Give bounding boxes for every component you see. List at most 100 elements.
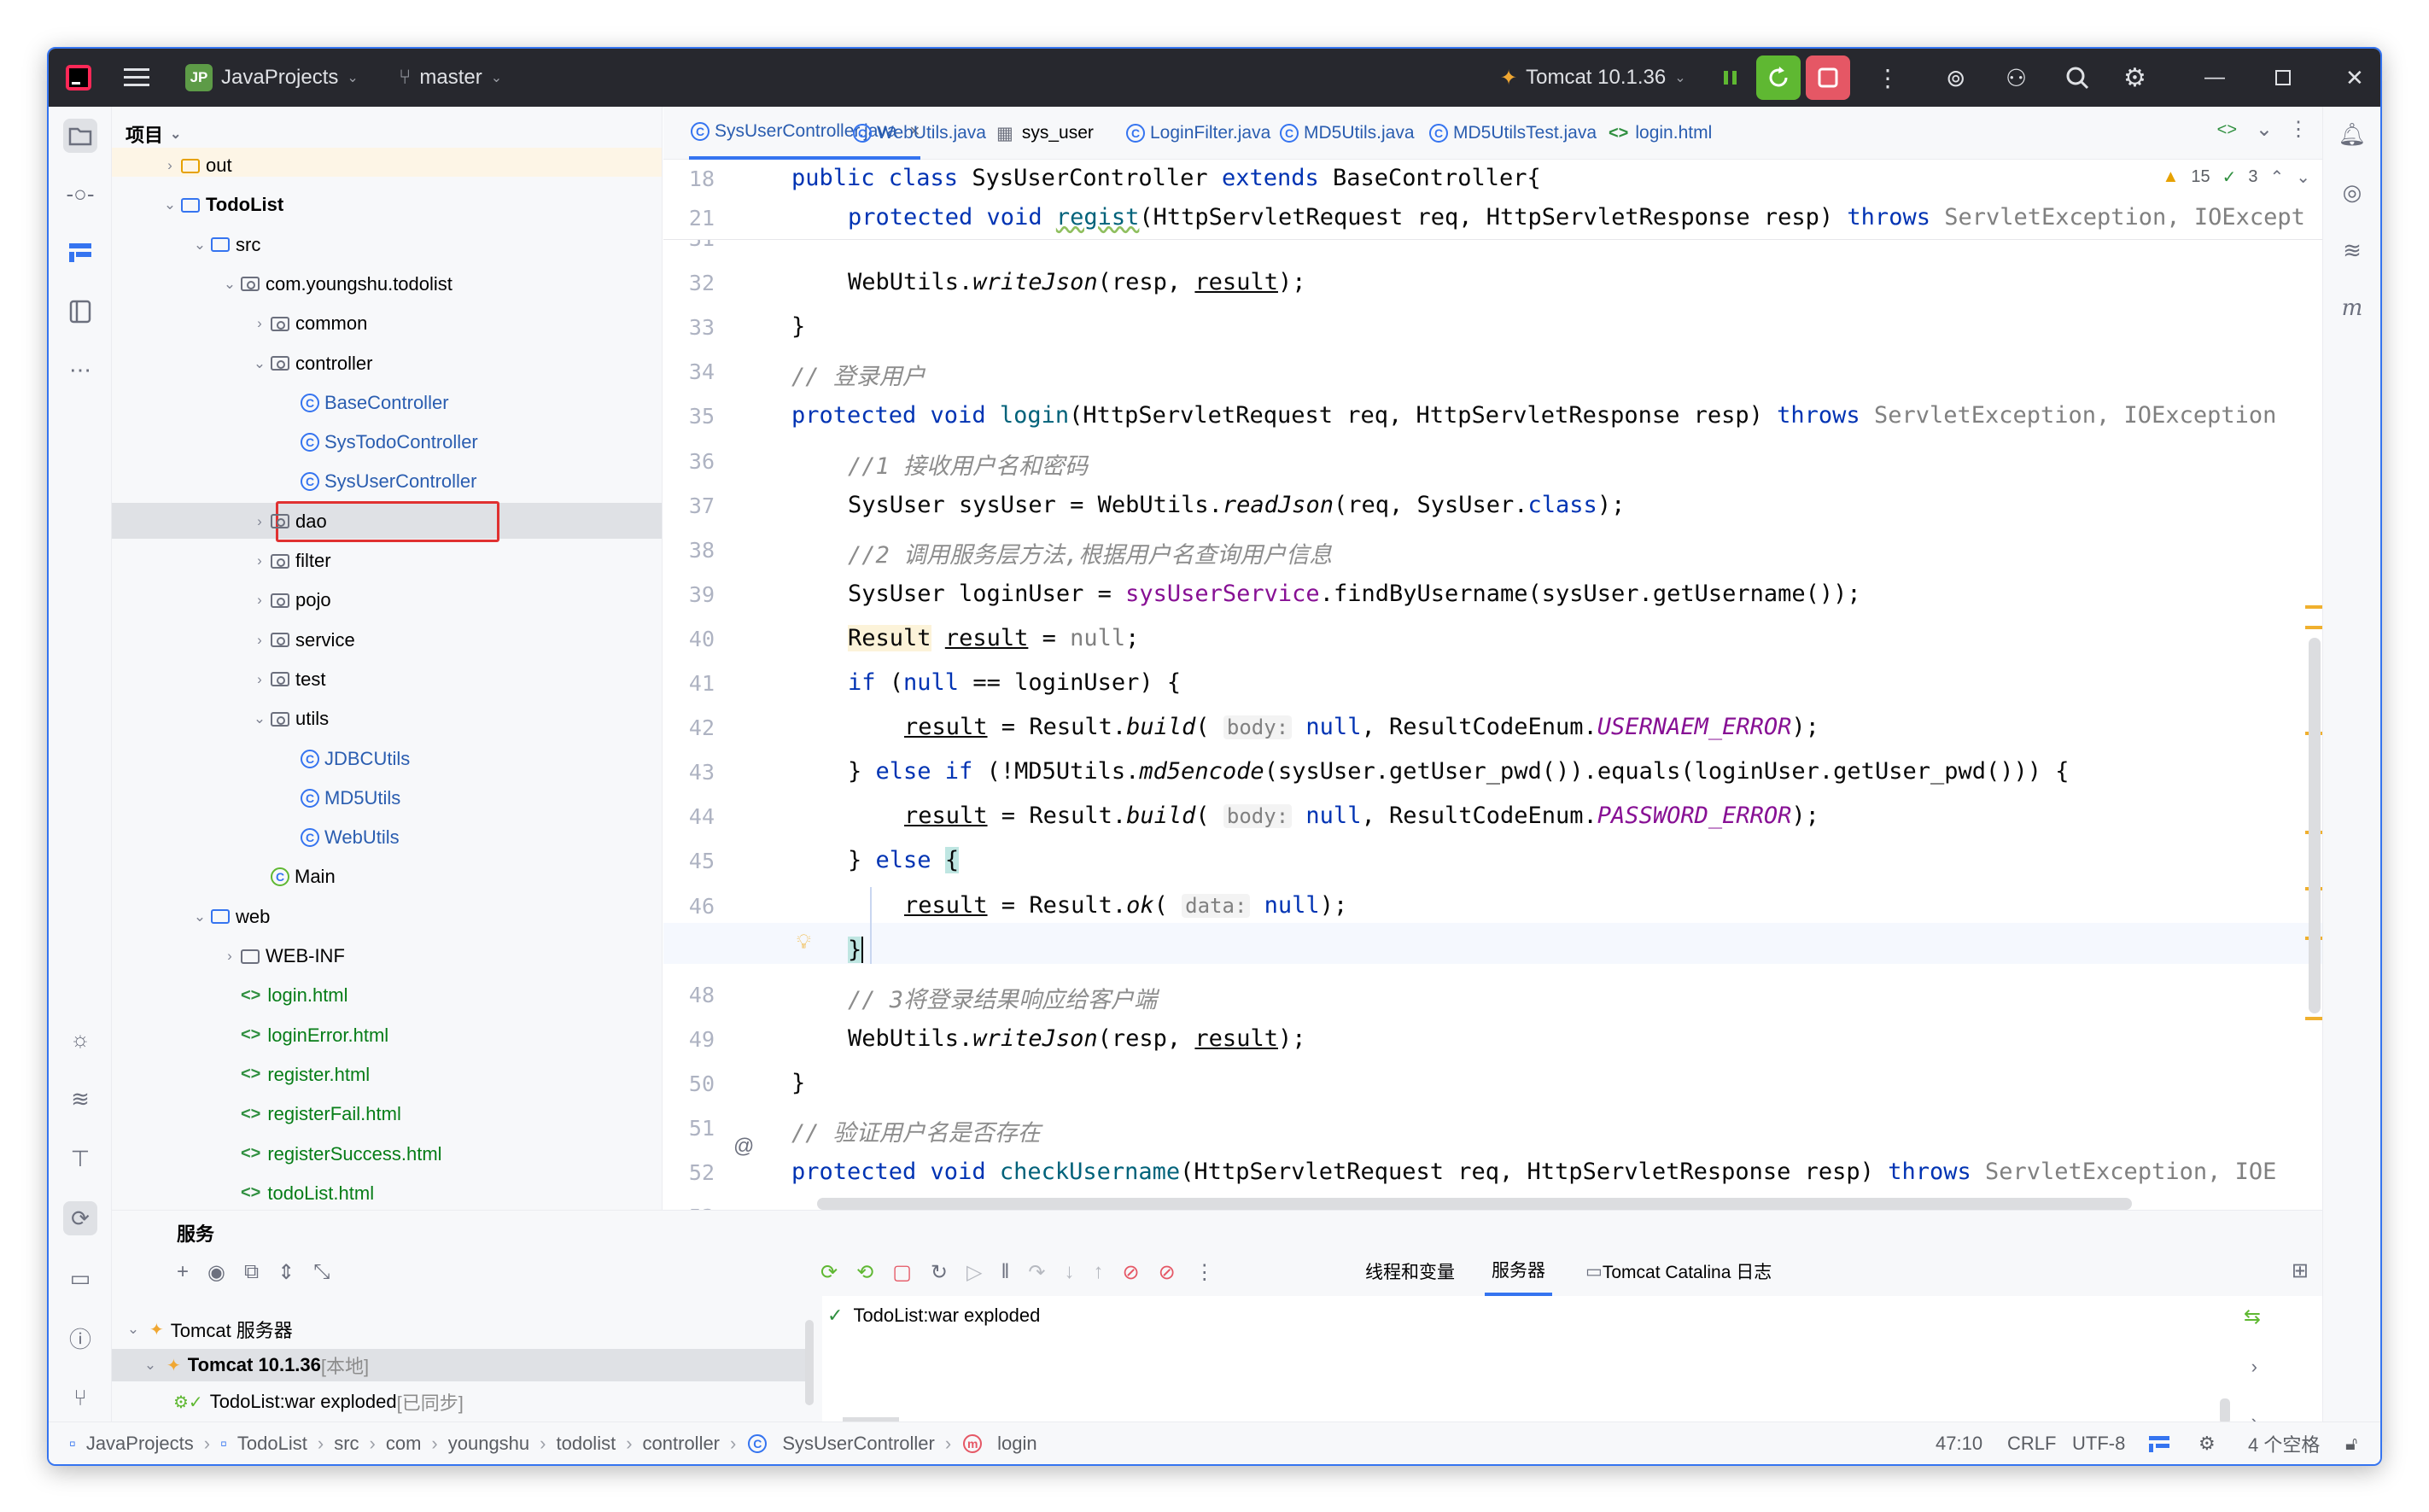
editor-tab[interactable]: C MD5UtilsTest.java bbox=[1428, 107, 1597, 160]
chevron-right-icon[interactable]: › bbox=[250, 552, 269, 569]
breadcrumb-item[interactable]: src bbox=[334, 1433, 359, 1455]
tree-item[interactable]: › service bbox=[112, 622, 662, 658]
step-into-icon[interactable]: ↓ bbox=[1065, 1260, 1075, 1285]
tree-item[interactable]: <> login.html bbox=[112, 978, 662, 1013]
eye-icon[interactable]: ◉ bbox=[207, 1260, 225, 1285]
close-button[interactable]: ✕ bbox=[2345, 49, 2364, 107]
breakpoints-icon[interactable]: ⊘ bbox=[1123, 1260, 1140, 1285]
bookmarks-icon[interactable] bbox=[63, 295, 97, 329]
line-separator[interactable]: CRLF bbox=[2007, 1422, 2056, 1464]
tree-item[interactable]: C SysTodoController bbox=[112, 424, 662, 460]
breadcrumb-item[interactable]: JavaProjects bbox=[86, 1433, 194, 1455]
breadcrumb-item[interactable]: youngshu bbox=[448, 1433, 529, 1455]
error-stripe-marker[interactable] bbox=[2305, 626, 2322, 629]
chevron-down-icon[interactable]: ⌄ bbox=[141, 1357, 160, 1374]
problems-icon[interactable]: ⓘ bbox=[63, 1321, 97, 1355]
tree-item[interactable]: <> loginError.html bbox=[112, 1018, 662, 1054]
step-out-icon[interactable]: ↑ bbox=[1094, 1260, 1104, 1285]
breadcrumb-item[interactable]: com bbox=[386, 1433, 422, 1455]
chevron-right-icon[interactable]: › bbox=[250, 632, 269, 649]
tree-item[interactable]: C SysUserController bbox=[112, 464, 662, 499]
chevron-right-icon[interactable]: › bbox=[250, 513, 269, 530]
chevron-right-icon[interactable]: › bbox=[250, 671, 269, 688]
structure-icon[interactable] bbox=[2149, 1422, 2171, 1464]
step-over-icon[interactable]: ↷ bbox=[1028, 1260, 1045, 1285]
indent-setting[interactable]: 4 个空格 bbox=[2248, 1422, 2320, 1464]
ai-assistant-icon[interactable]: ⊚ bbox=[1946, 49, 1965, 107]
tree-item[interactable]: <> registerSuccess.html bbox=[112, 1136, 662, 1172]
breadcrumb-item[interactable]: TodoList bbox=[237, 1433, 307, 1455]
add-user-icon[interactable]: ⚇ bbox=[2006, 49, 2027, 107]
debug-icon[interactable] bbox=[1720, 49, 1741, 107]
rerun-button[interactable] bbox=[1756, 55, 1801, 100]
collapse-all-icon[interactable]: ⤡ bbox=[313, 1260, 330, 1285]
tree-item[interactable]: C Main bbox=[112, 859, 662, 895]
service-tree-item[interactable]: ⌄ ✦ Tomcat 10.1.36 [本地] bbox=[112, 1349, 809, 1381]
caret-position[interactable]: 47:10 bbox=[1936, 1422, 1982, 1464]
intention-bulb-icon[interactable]: 💡︎ bbox=[797, 931, 811, 954]
tab-options-icon[interactable]: ⋮ bbox=[2288, 117, 2309, 142]
mute-breakpoints-icon[interactable]: ⊘ bbox=[1159, 1260, 1176, 1285]
chevron-right-icon[interactable]: › bbox=[250, 315, 269, 332]
tree-item[interactable]: ⌄ web bbox=[112, 899, 662, 935]
tree-item[interactable]: › filter bbox=[112, 543, 662, 579]
lock-icon[interactable]: 🔓︎ bbox=[2345, 1422, 2357, 1464]
tree-item[interactable]: C JDBCUtils bbox=[112, 741, 662, 777]
more-tabs-icon[interactable]: <> bbox=[2217, 120, 2237, 140]
tree-item[interactable]: › pojo bbox=[112, 582, 662, 618]
editor-horizontal-scrollbar[interactable] bbox=[817, 1198, 2132, 1210]
override-gutter-icon[interactable]: @ bbox=[733, 1135, 754, 1159]
project-panel-header[interactable]: 项目 ⌄ bbox=[126, 117, 181, 151]
tree-item[interactable]: ⌄ src bbox=[112, 227, 662, 263]
inspection-profile-icon[interactable]: ⚙ bbox=[2198, 1422, 2216, 1464]
tree-item[interactable]: C MD5Utils bbox=[112, 780, 662, 816]
resume-icon[interactable]: ▷ bbox=[966, 1260, 982, 1285]
editor-tab[interactable]: ▦ sys_user bbox=[996, 107, 1094, 160]
chevron-down-icon[interactable]: ⌄ bbox=[250, 355, 269, 372]
services-tree-scrollbar[interactable] bbox=[805, 1320, 814, 1405]
breadcrumb-item[interactable]: todolist bbox=[556, 1433, 616, 1455]
settings-gear-icon[interactable]: ⚙ bbox=[2123, 49, 2146, 107]
tree-item[interactable]: <> registerFail.html bbox=[112, 1096, 662, 1132]
more-tools-icon[interactable]: ⋯ bbox=[63, 353, 97, 387]
build-hammer-icon[interactable]: ⊤ bbox=[63, 1141, 97, 1176]
app-logo-icon[interactable] bbox=[64, 49, 93, 107]
output-scrollbar[interactable] bbox=[2220, 1398, 2230, 1424]
error-stripe-marker[interactable] bbox=[2305, 1017, 2322, 1020]
database-icon[interactable]: ≋ bbox=[63, 1082, 97, 1116]
chevron-right-icon[interactable]: › bbox=[220, 948, 239, 965]
terminal-icon[interactable]: ▭ bbox=[63, 1261, 97, 1295]
database-icon[interactable]: ≋ bbox=[2335, 233, 2369, 267]
tree-item[interactable]: C BaseController bbox=[112, 385, 662, 421]
breadcrumb-item[interactable]: login bbox=[997, 1433, 1036, 1455]
tree-item[interactable]: <> register.html bbox=[112, 1057, 662, 1093]
redeploy-icon[interactable]: ⟲ bbox=[856, 1260, 873, 1285]
chevron-down-icon[interactable]: ⌄ bbox=[250, 710, 269, 727]
notifications-bell-icon[interactable]: 🔔︎ bbox=[2335, 117, 2369, 151]
tree-item[interactable]: C WebUtils bbox=[112, 820, 662, 855]
debug-bug-icon[interactable]: ☼ bbox=[63, 1022, 97, 1056]
rerun-icon[interactable]: ⟳ bbox=[820, 1260, 838, 1285]
run-config-selector[interactable]: ✦ Tomcat 10.1.36 ⌄ bbox=[1500, 49, 1686, 107]
tree-item[interactable]: › out bbox=[112, 148, 662, 184]
editor-tab[interactable]: <> login.html bbox=[1607, 107, 1712, 160]
search-icon[interactable] bbox=[2065, 49, 2089, 107]
breadcrumb-item[interactable]: controller bbox=[643, 1433, 720, 1455]
main-menu-icon[interactable] bbox=[124, 49, 149, 107]
ai-chat-icon[interactable]: ◎ bbox=[2335, 175, 2369, 209]
git-icon[interactable]: ⑂ bbox=[63, 1381, 97, 1415]
maximize-button[interactable] bbox=[2275, 49, 2291, 107]
breadcrumb-item[interactable]: SysUserController bbox=[782, 1433, 935, 1455]
add-icon[interactable]: + bbox=[177, 1260, 189, 1285]
tree-item[interactable]: › test bbox=[112, 662, 662, 698]
tree-item[interactable]: › dao bbox=[112, 504, 662, 540]
stop-icon[interactable]: ▢ bbox=[892, 1260, 912, 1285]
expand-all-icon[interactable]: ⇕ bbox=[277, 1260, 295, 1285]
chevron-down-icon[interactable]: ⌄ bbox=[2256, 117, 2273, 142]
branch-selector[interactable]: ⑂ master ⌄ bbox=[399, 49, 502, 107]
structure-icon[interactable] bbox=[63, 235, 97, 269]
refresh-icon[interactable]: ↻ bbox=[931, 1260, 948, 1285]
minimize-button[interactable]: — bbox=[2204, 49, 2225, 107]
code-editor[interactable]: 3132333435363738394041424344454647484950… bbox=[663, 160, 2322, 1210]
chevron-right-icon[interactable]: › bbox=[250, 592, 269, 609]
